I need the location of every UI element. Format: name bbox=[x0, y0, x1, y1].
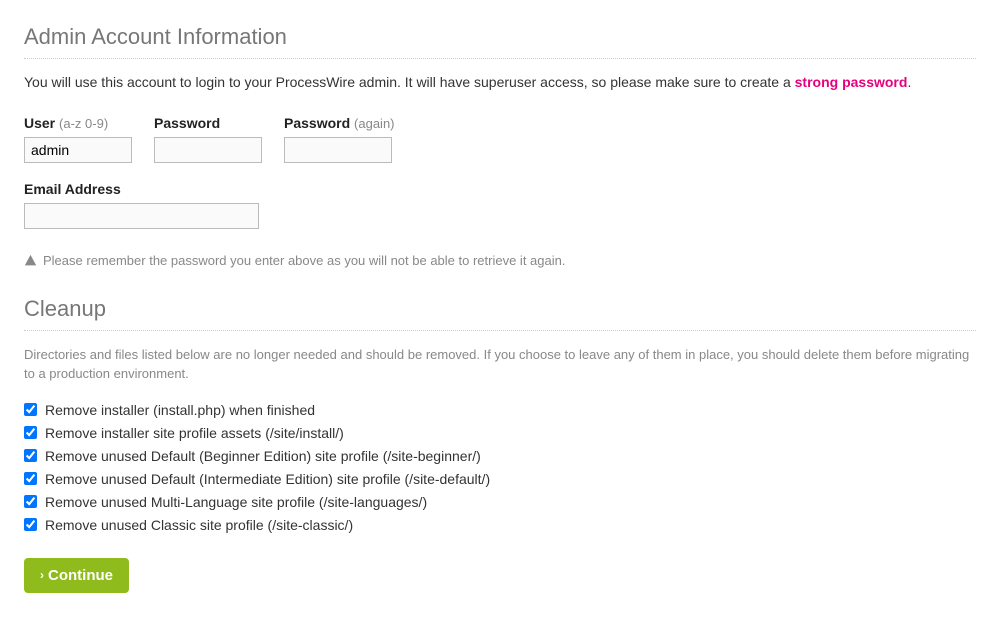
continue-button-label: Continue bbox=[48, 567, 113, 584]
cleanup-item-label: Remove installer site profile assets (/s… bbox=[45, 425, 344, 441]
cleanup-description: Directories and files listed below are n… bbox=[24, 345, 976, 384]
password2-label-text: Password bbox=[284, 115, 350, 131]
password-note: Please remember the password you enter a… bbox=[24, 253, 976, 268]
cleanup-checkbox[interactable] bbox=[24, 495, 37, 508]
warning-icon bbox=[24, 254, 37, 267]
cleanup-item[interactable]: Remove unused Multi-Language site profil… bbox=[24, 494, 976, 510]
cleanup-checkbox[interactable] bbox=[24, 426, 37, 439]
cleanup-checkbox[interactable] bbox=[24, 472, 37, 485]
user-label-text: User bbox=[24, 115, 55, 131]
cleanup-item-label: Remove unused Classic site profile (/sit… bbox=[45, 517, 353, 533]
password-input[interactable] bbox=[154, 137, 262, 163]
admin-section-title: Admin Account Information bbox=[24, 24, 976, 59]
credentials-row: User (a-z 0-9) Password Password (again) bbox=[24, 115, 976, 163]
email-label: Email Address bbox=[24, 181, 976, 197]
strong-password-link[interactable]: strong password bbox=[795, 74, 908, 90]
cleanup-item-label: Remove unused Default (Beginner Edition)… bbox=[45, 448, 481, 464]
user-label-hint: (a-z 0-9) bbox=[59, 116, 108, 131]
cleanup-item-label: Remove installer (install.php) when fini… bbox=[45, 402, 315, 418]
password2-label-hint: (again) bbox=[354, 116, 394, 131]
cleanup-item[interactable]: Remove unused Default (Beginner Edition)… bbox=[24, 448, 976, 464]
password-label: Password bbox=[154, 115, 262, 131]
email-field-block: Email Address bbox=[24, 181, 976, 229]
cleanup-item[interactable]: Remove unused Default (Intermediate Edit… bbox=[24, 471, 976, 487]
cleanup-item-label: Remove unused Default (Intermediate Edit… bbox=[45, 471, 490, 487]
cleanup-checkbox[interactable] bbox=[24, 518, 37, 531]
password2-input[interactable] bbox=[284, 137, 392, 163]
password-note-text: Please remember the password you enter a… bbox=[43, 253, 565, 268]
cleanup-item[interactable]: Remove installer site profile assets (/s… bbox=[24, 425, 976, 441]
cleanup-checkbox[interactable] bbox=[24, 403, 37, 416]
password2-field-block: Password (again) bbox=[284, 115, 395, 163]
email-input[interactable] bbox=[24, 203, 259, 229]
cleanup-item-label: Remove unused Multi-Language site profil… bbox=[45, 494, 427, 510]
admin-intro-suffix: . bbox=[907, 74, 911, 90]
cleanup-section-title: Cleanup bbox=[24, 296, 976, 331]
chevron-right-icon: › bbox=[40, 569, 44, 581]
user-label: User (a-z 0-9) bbox=[24, 115, 132, 131]
cleanup-item[interactable]: Remove unused Classic site profile (/sit… bbox=[24, 517, 976, 533]
password2-label: Password (again) bbox=[284, 115, 395, 131]
password-field-block: Password bbox=[154, 115, 262, 163]
cleanup-item[interactable]: Remove installer (install.php) when fini… bbox=[24, 402, 976, 418]
cleanup-checkbox[interactable] bbox=[24, 449, 37, 462]
user-input[interactable] bbox=[24, 137, 132, 163]
continue-button[interactable]: › Continue bbox=[24, 558, 129, 593]
admin-intro-prefix: You will use this account to login to yo… bbox=[24, 74, 795, 90]
user-field-block: User (a-z 0-9) bbox=[24, 115, 132, 163]
cleanup-list: Remove installer (install.php) when fini… bbox=[24, 402, 976, 533]
admin-intro: You will use this account to login to yo… bbox=[24, 73, 976, 93]
